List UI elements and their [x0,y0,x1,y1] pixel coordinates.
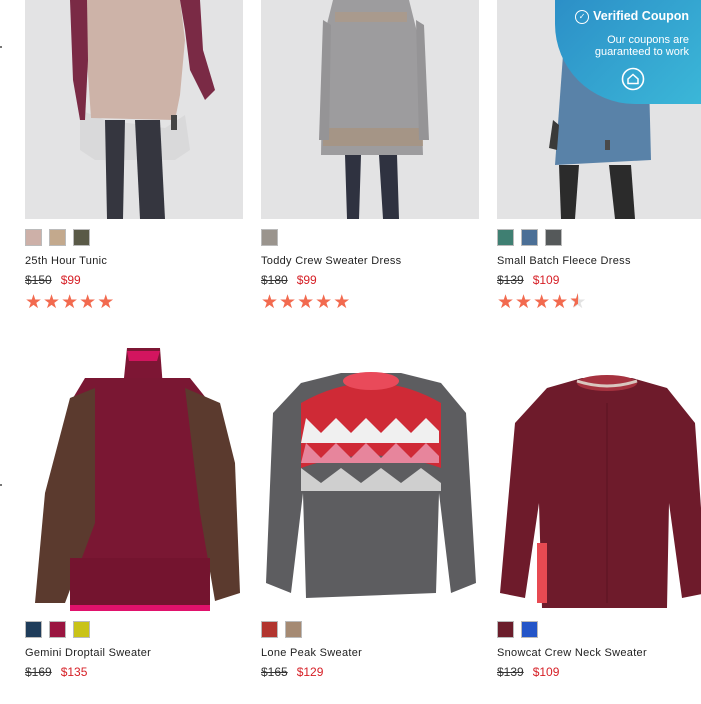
product-card[interactable]: Toddy Crew Sweater Dress $180 $99 ★★★★★ [261,0,479,312]
original-price: $165 [261,665,288,679]
star-rating: ★★★★★ [261,293,479,312]
color-swatch[interactable] [49,621,66,638]
product-card[interactable]: Gemini Droptail Sweater $169 $135 [25,343,243,679]
star-icon: ★ [515,292,534,313]
product-price: $139 $109 [497,273,701,287]
star-icon: ★ [79,292,98,313]
color-swatch[interactable] [497,621,514,638]
star-icon: ★ [61,292,80,313]
product-image[interactable] [25,0,243,219]
original-price: $139 [497,273,524,287]
color-swatch[interactable] [73,621,90,638]
product-name[interactable]: Lone Peak Sweater [261,647,479,659]
product-name[interactable]: 25th Hour Tunic [25,255,243,267]
star-icon: ★ [279,292,298,313]
color-swatch[interactable] [285,621,302,638]
home-icon[interactable] [621,67,645,91]
color-swatch[interactable] [261,229,278,246]
color-swatches [25,621,243,638]
star-icon: ★ [551,292,570,313]
original-price: $180 [261,273,288,287]
coupon-title: ✓ Verified Coupon [555,9,689,24]
color-swatches [261,229,479,246]
product-card[interactable]: Lone Peak Sweater $165 $129 [261,343,479,679]
color-swatch[interactable] [25,229,42,246]
star-icon: ★ [261,292,280,313]
product-name[interactable]: Small Batch Fleece Dress [497,255,701,267]
star-rating: ★★★★★ [497,293,701,312]
star-icon: ★ [315,292,334,313]
product-image[interactable] [497,343,701,611]
sale-price: $109 [532,273,560,287]
check-circle-icon: ✓ [575,10,590,24]
product-price: $180 $99 [261,273,479,287]
product-name[interactable]: Gemini Droptail Sweater [25,647,243,659]
color-swatches [497,229,701,246]
product-card[interactable]: Snowcat Crew Neck Sweater $139 $109 [497,343,701,679]
star-icon: ★ [297,292,316,313]
color-swatch[interactable] [497,229,514,246]
color-swatches [261,621,479,638]
sale-price: $129 [296,665,324,679]
star-icon: ★ [333,292,352,313]
star-rating: ★★★★★ [25,293,243,312]
edge-marker [0,46,2,48]
original-price: $169 [25,665,52,679]
star-icon: ★ [97,292,116,313]
color-swatch[interactable] [49,229,66,246]
star-icon: ★ [25,292,44,313]
product-image[interactable] [261,0,479,219]
sale-price: $99 [296,273,317,287]
star-icon: ★ [43,292,62,313]
coupon-subtitle: Our coupons are guaranteed to work [594,34,689,58]
sale-price: $99 [60,273,81,287]
half-star-icon: ★ [569,292,587,313]
product-price: $150 $99 [25,273,243,287]
product-image[interactable] [25,343,243,611]
product-image[interactable] [261,343,479,611]
color-swatch[interactable] [261,621,278,638]
product-price: $165 $129 [261,665,479,679]
product-card[interactable]: 25th Hour Tunic $150 $99 ★★★★★ [25,0,243,312]
product-price: $139 $109 [497,665,701,679]
edge-marker [0,484,2,486]
sale-price: $109 [532,665,560,679]
color-swatches [25,229,243,246]
star-icon: ★ [497,292,516,313]
product-price: $169 $135 [25,665,243,679]
original-price: $150 [25,273,52,287]
color-swatch[interactable] [545,229,562,246]
sale-price: $135 [60,665,88,679]
star-icon: ★ [533,292,552,313]
color-swatch[interactable] [521,621,538,638]
product-name[interactable]: Toddy Crew Sweater Dress [261,255,479,267]
original-price: $139 [497,665,524,679]
product-name[interactable]: Snowcat Crew Neck Sweater [497,647,701,659]
color-swatch[interactable] [73,229,90,246]
color-swatch[interactable] [521,229,538,246]
color-swatches [497,621,701,638]
color-swatch[interactable] [25,621,42,638]
